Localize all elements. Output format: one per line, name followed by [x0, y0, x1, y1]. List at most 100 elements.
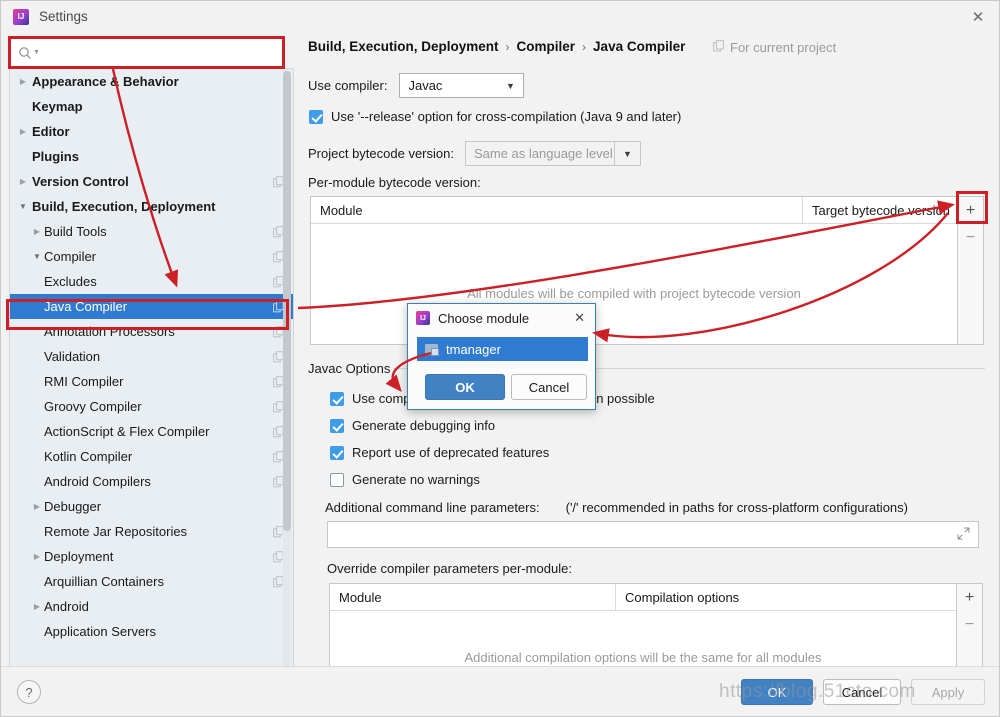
sidebar-item-appearance-behavior[interactable]: ▶ Appearance & Behavior	[10, 69, 293, 94]
override-params-table[interactable]: Module Compilation options Additional co…	[329, 583, 983, 679]
use-compiler-dropdown[interactable]: Javac ▼	[399, 73, 525, 98]
override-params-label-row: Override compiler parameters per-module:	[327, 561, 572, 576]
project-bytecode-dropdown[interactable]: Same as language level ▼	[464, 141, 641, 166]
release-option-label: Use '--release' option for cross-compila…	[331, 109, 682, 124]
apply-button[interactable]: Apply	[911, 679, 985, 705]
override-column-module[interactable]: Module	[330, 584, 615, 610]
per-module-add-button[interactable]: +	[958, 197, 983, 224]
javac-checkbox-row-3[interactable]: Generate no warnings	[330, 472, 480, 487]
sidebar-item-label: Kotlin Compiler	[44, 449, 133, 464]
breadcrumb-item-0[interactable]: Build, Execution, Deployment	[308, 39, 499, 54]
sidebar-item-android-compilers[interactable]: ▶Android Compilers	[10, 469, 293, 494]
help-button[interactable]: ?	[17, 680, 41, 704]
override-params-label: Override compiler parameters per-module:	[327, 561, 572, 576]
choose-module-title: Choose module	[438, 310, 530, 326]
sidebar-item-editor[interactable]: ▶ Editor	[10, 119, 293, 144]
cancel-button[interactable]: Cancel	[823, 679, 901, 705]
sidebar-item-rmi-compiler[interactable]: ▶RMI Compiler	[10, 369, 293, 394]
breadcrumb: Build, Execution, Deployment › Compiler …	[308, 39, 685, 54]
javac-checkbox-row-1[interactable]: Generate debugging info	[330, 418, 495, 433]
additional-params-label: Additional command line parameters:	[325, 500, 540, 515]
sidebar-item-arquillian-containers[interactable]: ▶Arquillian Containers	[10, 569, 293, 594]
sidebar-scrollbar-thumb[interactable]	[283, 71, 291, 531]
generate-debugging-info-row[interactable]: Generate debugging info	[330, 418, 495, 433]
javac-checkbox-row-2[interactable]: Report use of deprecated features	[330, 445, 549, 460]
sidebar-item-deployment[interactable]: ▶ Deployment	[10, 544, 293, 569]
close-icon[interactable]: ✕	[570, 310, 589, 326]
chevron-right-icon[interactable]: ▶	[30, 227, 44, 236]
chevron-right-icon[interactable]: ▶	[16, 77, 30, 86]
sidebar-item-label: Editor	[32, 124, 70, 139]
chevron-right-icon[interactable]: ▶	[30, 552, 44, 561]
additional-params-hint: ('/' recommended in paths for cross-plat…	[565, 500, 908, 515]
breadcrumb-separator-0: ›	[505, 39, 510, 54]
sidebar-item-keymap[interactable]: ▶Keymap	[10, 94, 293, 119]
generate-debugging-info-checkbox[interactable]	[330, 418, 344, 433]
sidebar-item-label: Appearance & Behavior	[32, 74, 179, 89]
sidebar-item-label: ActionScript & Flex Compiler	[44, 424, 210, 439]
sidebar-item-plugins[interactable]: ▶Plugins	[10, 144, 293, 169]
sidebar-item-version-control[interactable]: ▶ Version Control	[10, 169, 293, 194]
per-module-remove-button[interactable]: −	[958, 224, 983, 251]
sidebar-item-debugger[interactable]: ▶ Debugger	[10, 494, 293, 519]
list-item[interactable]: tmanager	[417, 337, 588, 361]
choose-module-list[interactable]: tmanager	[417, 337, 588, 361]
sidebar-item-build-execution-deployment[interactable]: ▼ Build, Execution, Deployment	[10, 194, 293, 219]
sidebar-item-actionscript-flex-compiler[interactable]: ▶ActionScript & Flex Compiler	[10, 419, 293, 444]
use-compiler-from-jdk-checkbox[interactable]	[330, 391, 344, 406]
sidebar-item-remote-jar-repositories[interactable]: ▶Remote Jar Repositories	[10, 519, 293, 544]
sidebar-item-compiler[interactable]: ▼ Compiler	[10, 244, 293, 269]
override-add-button[interactable]: +	[957, 584, 982, 611]
sidebar-item-label: Remote Jar Repositories	[44, 524, 188, 539]
report-deprecated-checkbox[interactable]	[330, 445, 344, 460]
sidebar-item-application-servers[interactable]: ▶Application Servers	[10, 619, 293, 644]
per-module-column-module[interactable]: Module	[311, 197, 802, 223]
generate-no-warnings-checkbox[interactable]	[330, 472, 344, 487]
expand-icon[interactable]	[957, 527, 970, 543]
module-name: tmanager	[446, 341, 501, 357]
sidebar-item-label: Application Servers	[44, 624, 156, 639]
sidebar-item-kotlin-compiler[interactable]: ▶Kotlin Compiler	[10, 444, 293, 469]
settings-tree: ▶Appearance & Behavior▶Keymap▶Editor▶Plu…	[10, 69, 293, 644]
project-bytecode-row: Project bytecode version: Same as langua…	[308, 141, 641, 166]
sidebar-item-annotation-processors[interactable]: ▶Annotation Processors	[10, 319, 293, 344]
breadcrumb-item-1[interactable]: Compiler	[517, 39, 576, 54]
choose-module-ok-button[interactable]: OK	[425, 374, 505, 400]
per-module-column-target-bytecode[interactable]: Target bytecode version	[802, 197, 959, 223]
additional-params-input[interactable]	[327, 521, 979, 548]
chevron-right-icon[interactable]: ▶	[30, 602, 44, 611]
sidebar-item-android[interactable]: ▶ Android	[10, 594, 293, 619]
project-bytecode-label: Project bytecode version:	[308, 146, 454, 161]
close-icon[interactable]: ✕	[955, 1, 999, 32]
chevron-down-icon[interactable]: ▼	[16, 202, 30, 211]
ok-button[interactable]: OK	[741, 679, 813, 705]
sidebar-item-groovy-compiler[interactable]: ▶Groovy Compiler	[10, 394, 293, 419]
generate-no-warnings-row[interactable]: Generate no warnings	[330, 472, 480, 487]
override-column-compilation-options[interactable]: Compilation options	[615, 584, 957, 610]
release-option-checkbox[interactable]	[309, 109, 323, 124]
chevron-down-icon: ▼	[613, 142, 640, 165]
chevron-right-icon[interactable]: ▶	[16, 177, 30, 186]
search-field[interactable]: ▼	[9, 37, 284, 68]
release-option-row[interactable]: Use '--release' option for cross-compila…	[309, 109, 681, 124]
choose-module-cancel-button[interactable]: Cancel	[511, 374, 587, 400]
sidebar-item-label: Version Control	[32, 174, 129, 189]
breadcrumb-separator-1: ›	[582, 39, 587, 54]
chevron-down-icon[interactable]: ▼	[30, 252, 44, 261]
report-deprecated-row[interactable]: Report use of deprecated features	[330, 445, 549, 460]
sidebar-scrollbar[interactable]	[283, 71, 291, 667]
override-remove-button[interactable]: −	[957, 611, 982, 638]
settings-tree-sidebar[interactable]: ▶Appearance & Behavior▶Keymap▶Editor▶Plu…	[9, 68, 294, 668]
dialog-footer: ? OK Cancel Apply	[1, 666, 999, 716]
sidebar-item-java-compiler[interactable]: ▶Java Compiler	[10, 294, 293, 319]
release-option-checkbox-row[interactable]: Use '--release' option for cross-compila…	[309, 109, 681, 124]
chevron-right-icon[interactable]: ▶	[16, 127, 30, 136]
sidebar-item-build-tools[interactable]: ▶ Build Tools	[10, 219, 293, 244]
window-title: Settings	[39, 9, 88, 24]
choose-module-dialog: Choose module ✕ tmanager OK Cancel	[407, 303, 596, 410]
sidebar-item-validation[interactable]: ▶Validation	[10, 344, 293, 369]
chevron-right-icon[interactable]: ▶	[30, 502, 44, 511]
sidebar-item-excludes[interactable]: ▶Excludes	[10, 269, 293, 294]
search-input[interactable]	[39, 38, 283, 67]
title-bar: Settings ✕	[1, 1, 999, 32]
